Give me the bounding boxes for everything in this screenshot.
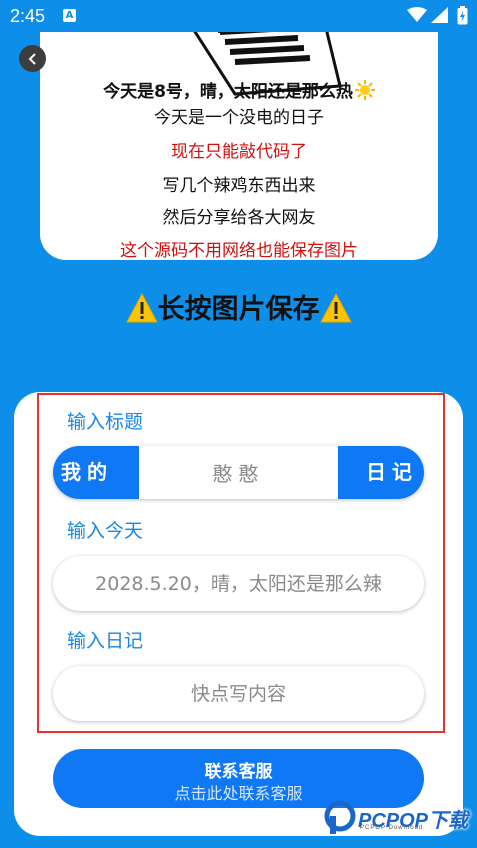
status-time: 2:45 [10,6,46,26]
warning-icon [319,293,352,323]
contact-title: 联系客服 [204,762,273,782]
back-button[interactable] [19,45,46,72]
status-bar: 2:45 A [0,0,477,32]
diary-label: 输入日记 [67,630,144,652]
diary-line: 写几个辣鸡东西出来 [162,176,316,196]
title-label: 输入标题 [67,411,144,433]
title-row: 我的 日记 [53,446,424,499]
save-hint-text: 长按图片保存 [157,294,320,325]
wifi-icon [407,7,427,22]
notification-icon: A [63,9,76,22]
today-input[interactable] [53,556,424,611]
title-prefix: 我的 [53,446,139,499]
save-hint: 长按图片保存 [0,287,477,326]
title-input[interactable] [139,446,338,499]
diary-line: 然后分享给各大网友 [162,208,316,228]
battery-icon [457,6,468,25]
diary-line: 现在只能敲代码了 [171,142,307,162]
title-suffix: 日记 [338,446,424,499]
chevron-left-icon [28,52,36,65]
diary-line: 这个源码不用网络也能保存图片 [120,241,358,260]
diary-input[interactable] [53,666,424,721]
diary-line: 今天是一个没电的日子 [154,108,324,128]
watermark: PCPOP下载 PCPOP Download [322,800,472,840]
sun-icon [354,80,375,100]
warning-icon [125,293,158,323]
watermark-sub: PCPOP Download [360,825,424,831]
today-label: 输入今天 [67,520,144,542]
diary-image[interactable]: 今天是8号，晴，太阳还是那么热 今天是一个没电的日子 现在只能敲代码了 写几个辣… [40,32,438,260]
diary-line: 今天是8号，晴，太阳还是那么热 [40,77,438,102]
signal-icon [431,7,448,23]
pcpop-logo-icon [324,800,356,834]
